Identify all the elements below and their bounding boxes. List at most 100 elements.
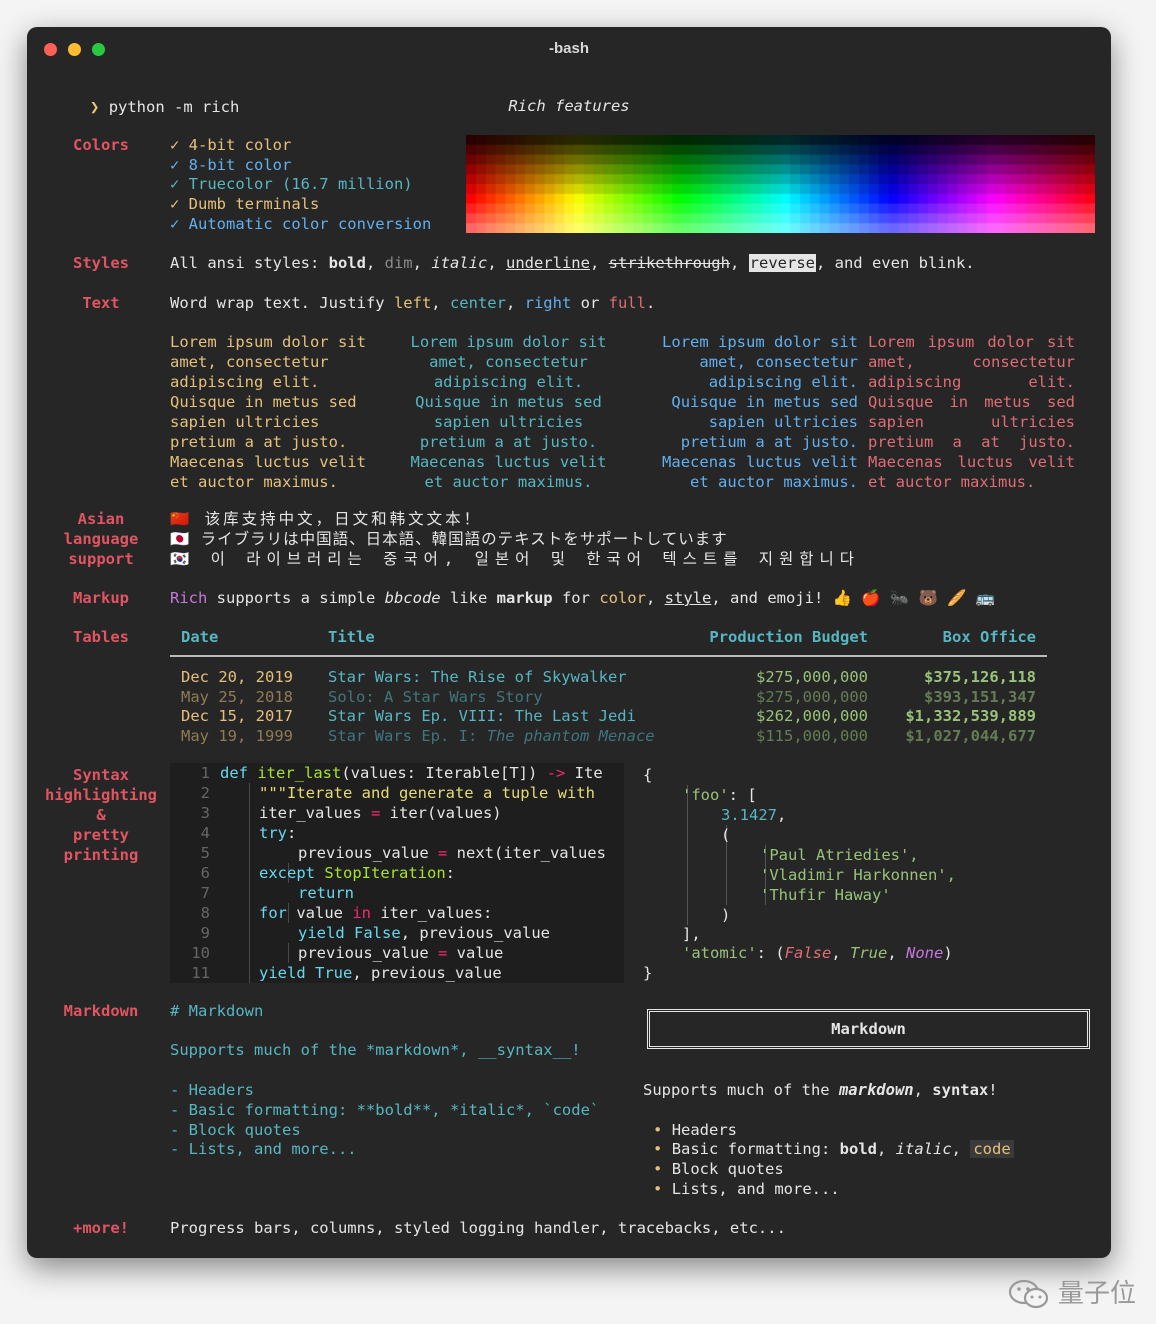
lorem-line: Lorem ipsum dolor sit [868, 333, 1075, 351]
color-feature-item: ✓ Truecolor (16.7 million) [170, 175, 413, 194]
code-line: """Iterate and generate a tuple with [259, 784, 595, 802]
lorem-line: amet, consectetur [429, 353, 588, 371]
lorem-line: Lorem ipsum dolor sit [410, 333, 607, 351]
label-asian-3: support [68, 550, 134, 568]
china-flag-icon: 🇨🇳 [170, 510, 193, 528]
lorem-line: pretium a at justo. [170, 433, 348, 451]
table-cell: Star Wars: The Rise of Skywalker [328, 668, 627, 686]
korea-flag-icon: 🇰🇷 [170, 550, 196, 568]
more-features-line: Progress bars, columns, styled logging h… [170, 1219, 786, 1237]
wechat-icon [1008, 1279, 1049, 1309]
lorem-line: Quisque in metus sed [170, 393, 357, 411]
color-feature-item: ✓ Dumb terminals [170, 195, 320, 214]
code-line: def iter_last(values: Iterable[T]) -> It… [220, 764, 603, 782]
lorem-line: Maecenas luctus velit [410, 453, 607, 471]
md-rendered-line: Supports much of the markdown, syntax! [643, 1081, 998, 1099]
terminal-window: -bash ❯ python -m rich Rich features Col… [27, 27, 1111, 1258]
label-markdown: Markdown [63, 1002, 139, 1020]
label-markup: Markup [73, 589, 129, 607]
color-spectrum [466, 135, 1095, 233]
bullet-icon: • [653, 1140, 663, 1158]
lorem-line: pretium a at justo. [868, 433, 1075, 451]
lorem-full: Lorem ipsum dolor sit amet, consectetur adipis… [868, 332, 1075, 492]
table-cell: Dec 15, 2017 [181, 707, 293, 726]
color-feature-item: ✓ 4-bit color [170, 136, 292, 154]
table-header-date: Date [181, 628, 219, 646]
label-asian-2: language [63, 530, 139, 548]
table-cell: May 19, 1999 [181, 727, 293, 746]
lorem-line: pretium a at justo. [680, 433, 858, 451]
table-cell: Star Wars Ep. VIII: The Last Jedi [328, 707, 636, 726]
table-header-budget: Production Budget [709, 628, 868, 646]
code-line: previous_value = next(iter_values [298, 844, 606, 862]
terminal-output[interactable]: ❯ python -m rich Rich features Colors ✓ … [27, 27, 1111, 1258]
markup-line: Rich supports a simple bbcode like marku… [170, 589, 996, 607]
lorem-left: Lorem ipsum dolor sit amet, consectetur ad… [170, 332, 377, 492]
japan-flag-icon: 🇯🇵 [170, 530, 191, 548]
md-rendered-item: • Headers [653, 1121, 738, 1139]
md-source-item: - Headers [170, 1081, 254, 1099]
label-syntax-3: & [96, 806, 106, 824]
emoji-icons: 👍 🍎 🐜 🐻 🥖 🚌 [832, 589, 996, 607]
styles-line: All ansi styles: bold, dim, italic, unde… [170, 254, 975, 272]
label-syntax-1: Syntax [73, 766, 129, 784]
lorem-line: adipiscing elit. [433, 373, 584, 391]
code-line: for value in iter_values: [259, 904, 493, 922]
code-line: previous_value = value [298, 944, 504, 962]
lorem-line: sapien ultricies [708, 413, 858, 431]
md-source-line: Supports much of the *markdown*, __synta… [170, 1041, 581, 1059]
lorem-line: et auctor maximus. [868, 473, 1036, 491]
table-cell: $375,126,118 [924, 668, 1036, 686]
lorem-line: adipiscing elit. [170, 373, 320, 391]
table-header-box-office: Box Office [942, 628, 1036, 646]
table-cell: $262,000,000 [756, 707, 868, 726]
asian-line-zh: 🇨🇳 该库支持中文，日文和韩文文本！ [170, 510, 483, 528]
md-rendered-item: • Basic formatting: bold, italic, code [653, 1139, 1014, 1159]
code-line: yield False, previous_value [298, 924, 550, 942]
code-line: except StopIteration: [259, 864, 456, 882]
table-header-title: Title [328, 628, 375, 646]
table-cell: Solo: A Star Wars Story [328, 687, 543, 706]
md-rendered-item: • Block quotes [653, 1160, 784, 1178]
table-cell: $1,332,539,889 [905, 707, 1036, 726]
bullet-icon: • [653, 1160, 663, 1178]
lorem-line: pretium a at justo. [419, 433, 598, 451]
table-cell: $275,000,000 [756, 668, 868, 686]
table-cell: $275,000,000 [756, 687, 868, 706]
lorem-line: sapien ultricies [433, 413, 584, 431]
code-line: return [298, 884, 354, 902]
watermark: 量子位 [1008, 1273, 1136, 1311]
bullet-icon: • [653, 1180, 663, 1198]
label-syntax-2: highlighting [45, 786, 157, 804]
lorem-line: sapien ultricies [868, 413, 1075, 431]
code-line: iter_values = iter(values) [259, 804, 502, 822]
lorem-line: adipiscing elit. [708, 373, 858, 391]
label-more: +more! [73, 1219, 129, 1237]
bullet-icon: • [653, 1121, 663, 1139]
md-source-item: - Block quotes [170, 1121, 301, 1139]
lorem-line: Maecenas luctus velit [170, 453, 366, 471]
color-feature-item: ✓ Automatic color conversion [170, 214, 432, 233]
table-header-rule [170, 655, 1047, 657]
lorem-line: Maecenas luctus velit [868, 453, 1075, 471]
lorem-line: adipiscing elit. [868, 373, 1075, 391]
lorem-line: Quisque in metus sed [671, 393, 858, 411]
code-block: 1 2 3 4 5 6 7 8 9 10 11 def iter_last(values: Iter… [170, 763, 624, 983]
md-rendered-item: • Lists, and more... [653, 1180, 840, 1198]
label-syntax-5: printing [63, 846, 139, 864]
lorem-line: et auctor maximus. [424, 473, 593, 491]
lorem-line: Quisque in metus sed [415, 393, 602, 411]
lorem-line: Lorem ipsum dolor sit [170, 333, 366, 351]
color-feature-item: ✓ 8-bit color [170, 155, 292, 174]
lorem-center: Lorem ipsum dolor sit amet, consectetur ad… [405, 332, 612, 492]
table-cell: $1,027,044,677 [905, 727, 1036, 746]
lorem-line: Maecenas luctus velit [662, 453, 858, 471]
lorem-line: sapien ultricies [170, 413, 320, 431]
label-colors: Colors [73, 136, 129, 154]
label-text: Text [82, 294, 120, 312]
indent-guide [687, 785, 688, 925]
lorem-line: Quisque in metus sed [868, 393, 1075, 411]
code-line: yield True, previous_value [259, 964, 502, 982]
lorem-line: et auctor maximus. [690, 473, 858, 491]
table-cell: $393,151,347 [924, 687, 1036, 706]
